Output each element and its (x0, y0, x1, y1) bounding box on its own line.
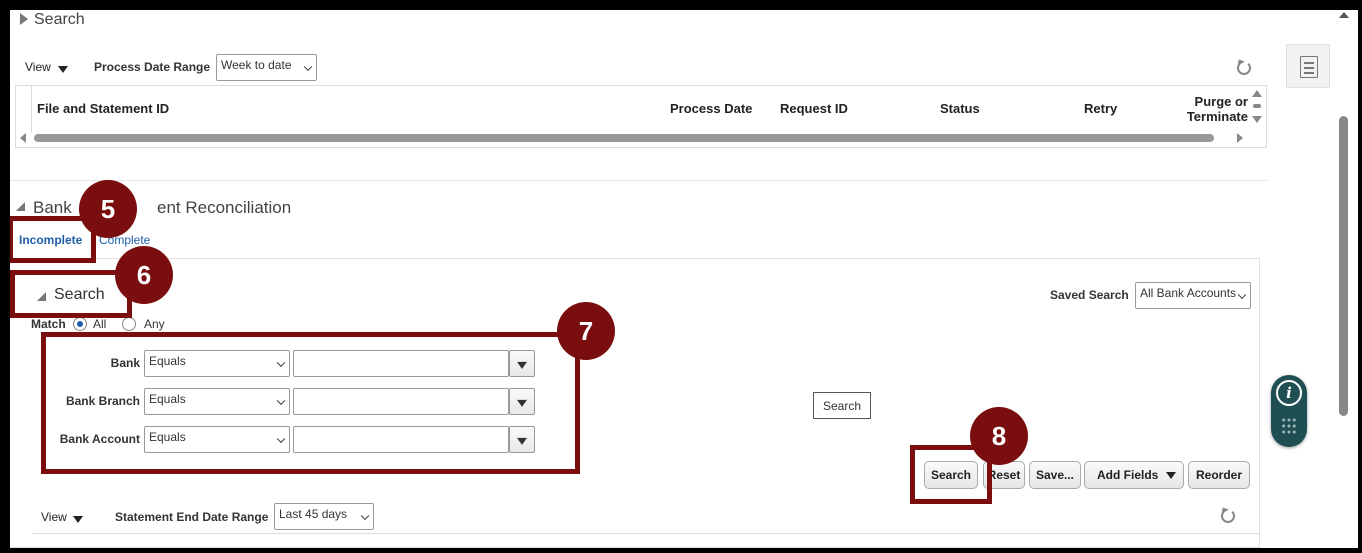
statement-end-date-select[interactable]: Last 45 days (274, 503, 374, 530)
chevron-down-icon (1237, 290, 1247, 299)
match-all-label: All (93, 317, 107, 331)
collapse-icon[interactable] (16, 202, 25, 211)
callout-box-6 (10, 270, 132, 318)
scroll-left-icon[interactable] (20, 133, 26, 143)
document-line (1304, 72, 1314, 74)
document-line (1304, 67, 1314, 69)
saved-search-label: Saved Search (1050, 288, 1129, 302)
drag-handle-icon[interactable] (1281, 417, 1297, 435)
view-dropdown-icon[interactable] (73, 516, 83, 523)
page-scroll-thumb[interactable] (1339, 116, 1348, 416)
view-menu[interactable]: View (25, 60, 51, 74)
reorder-button[interactable]: Reorder (1188, 461, 1250, 489)
column-header-purge-terminate[interactable]: Purge or Terminate (1172, 94, 1248, 124)
add-fields-label: Add Fields (1097, 468, 1159, 482)
results-table-top (32, 533, 1260, 534)
document-line (1304, 62, 1314, 64)
saved-search-value: All Bank Accounts (1140, 286, 1237, 300)
reconciliation-title: Bank (33, 198, 72, 217)
scroll-down-icon[interactable] (1252, 116, 1262, 123)
match-all-radio[interactable] (73, 317, 87, 331)
match-label: Match (31, 317, 66, 331)
column-header-status[interactable]: Status (940, 101, 980, 116)
horizontal-scrollbar[interactable] (34, 134, 1214, 142)
column-header-file-statement-id[interactable]: File and Statement ID (37, 101, 169, 116)
column-header-process-date[interactable]: Process Date (670, 101, 752, 116)
process-date-range-label: Process Date Range (94, 60, 211, 74)
refresh-icon[interactable] (1237, 61, 1251, 75)
results-view-menu[interactable]: View (41, 510, 67, 524)
callout-box-7 (41, 332, 580, 474)
view-dropdown-icon[interactable] (58, 66, 68, 73)
add-fields-button[interactable]: Add Fields (1084, 461, 1184, 489)
process-date-range-select[interactable]: Week to date (216, 54, 317, 81)
callout-badge-7: 7 (557, 302, 615, 360)
refresh-icon[interactable] (1221, 509, 1235, 523)
column-header-retry[interactable]: Retry (1084, 101, 1117, 116)
info-icon[interactable]: i (1276, 380, 1302, 406)
callout-badge-5: 5 (79, 180, 137, 238)
scroll-up-icon[interactable] (1339, 12, 1349, 18)
column-header-request-id[interactable]: Request ID (780, 101, 848, 116)
scroll-up-icon[interactable] (1252, 90, 1262, 97)
match-any-label: Any (144, 317, 165, 331)
search-tooltip: Search (813, 392, 871, 419)
page-scrollbar[interactable] (1337, 10, 1351, 548)
help-widget[interactable]: i (1271, 375, 1307, 447)
reconciliation-title-tail: ent Reconciliation (157, 198, 292, 217)
saved-search-select[interactable]: All Bank Accounts (1135, 282, 1251, 309)
expand-icon[interactable] (20, 13, 28, 25)
scroll-thumb[interactable] (1253, 104, 1261, 108)
column-divider (31, 86, 32, 133)
chevron-down-icon (303, 62, 313, 71)
statement-end-date-value: Last 45 days (279, 507, 348, 521)
document-panel-button[interactable] (1286, 44, 1330, 88)
save-button[interactable]: Save... (1029, 461, 1081, 489)
chevron-down-icon (360, 511, 370, 520)
dropdown-icon (1166, 471, 1177, 479)
page: Search View Process Date Range Week to d… (10, 10, 1358, 548)
callout-badge-8: 8 (970, 407, 1028, 465)
top-search-title[interactable]: Search (34, 11, 85, 29)
scroll-right-icon[interactable] (1237, 133, 1243, 143)
callout-badge-6: 6 (115, 246, 173, 304)
section-divider (10, 180, 1267, 181)
match-any-radio[interactable] (122, 317, 136, 331)
process-date-range-value: Week to date (221, 58, 292, 72)
statement-end-date-label: Statement End Date Range (115, 510, 269, 524)
